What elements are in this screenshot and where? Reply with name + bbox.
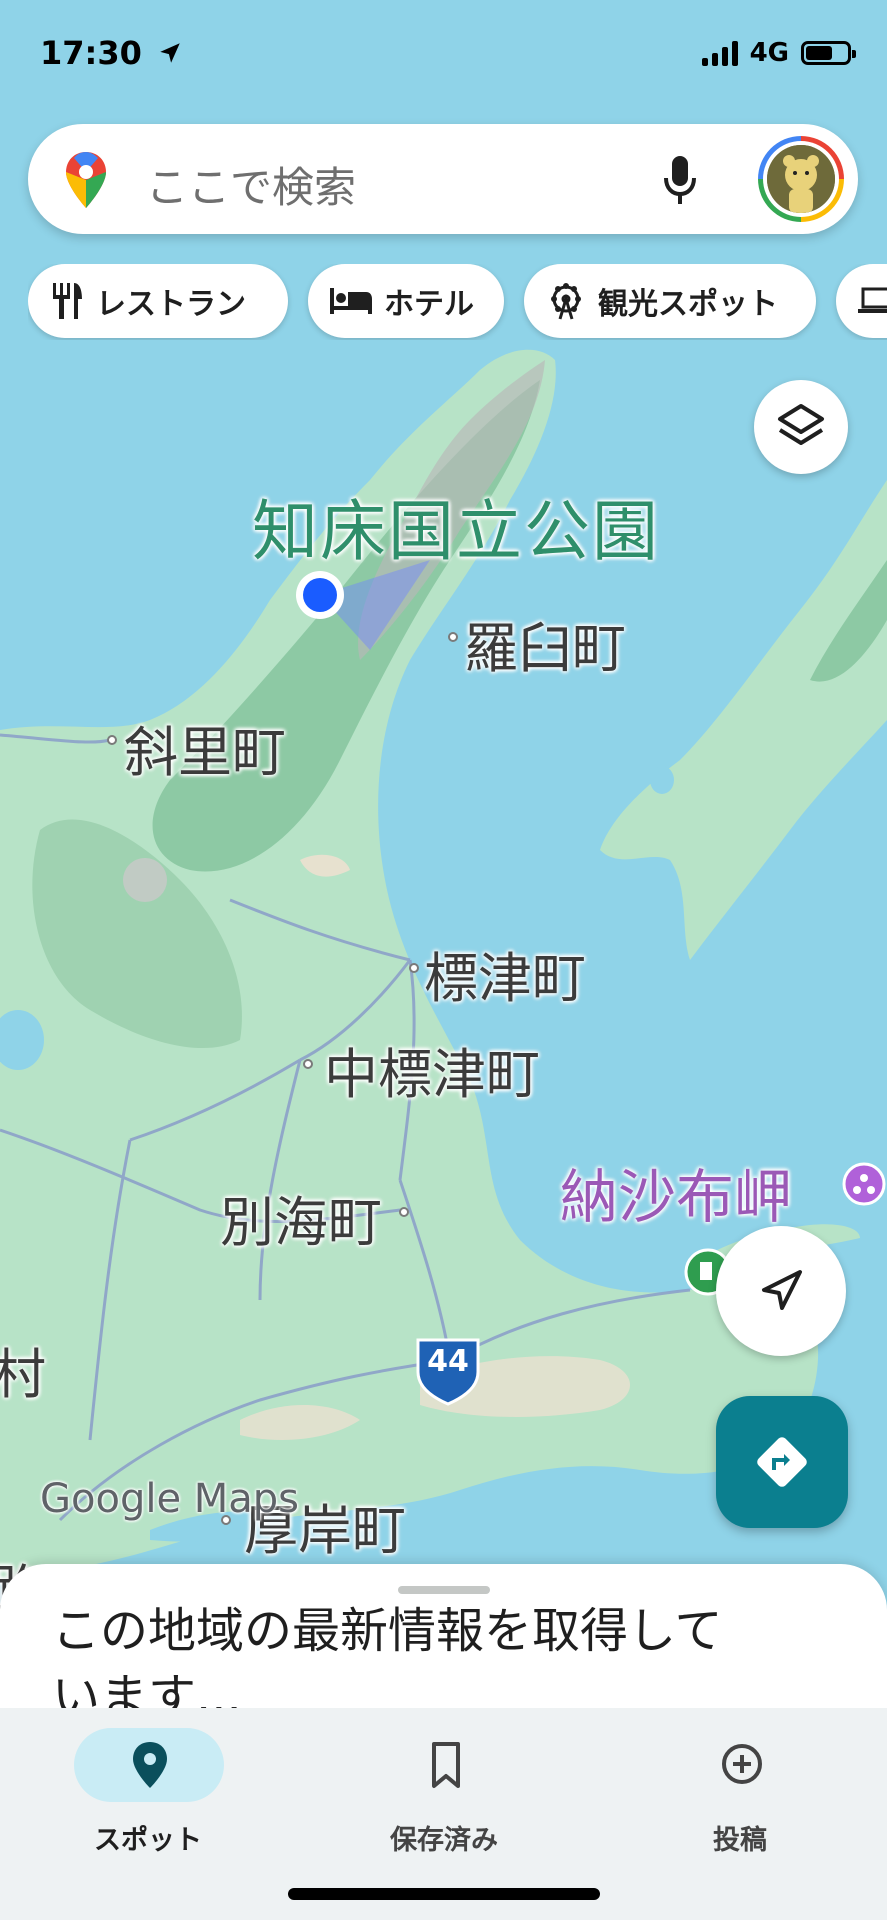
route-number: 44	[427, 1344, 469, 1379]
status-indicators: 4G	[701, 38, 856, 68]
nav-label: スポット	[94, 1825, 202, 1856]
status-bar: 17:30 4G	[0, 0, 887, 100]
mic-icon[interactable]	[660, 152, 700, 208]
network-type: 4G	[749, 38, 789, 68]
restaurant-icon	[53, 283, 82, 319]
my-location-button[interactable]	[716, 1226, 846, 1356]
chip-restaurant[interactable]: レストラン	[28, 264, 288, 338]
town-label-nakashibetsu[interactable]: 中標津町	[324, 1030, 540, 1109]
bookmark-icon	[432, 1742, 460, 1788]
nav-tab-post[interactable]: 投稿	[630, 1718, 850, 1878]
nav-label: 投稿	[713, 1825, 767, 1856]
search-input[interactable]: ここで検索	[146, 154, 356, 215]
place-pin-icon	[133, 1742, 167, 1788]
ferris-wheel-icon	[551, 283, 581, 320]
add-circle-icon	[722, 1744, 762, 1784]
bottom-sheet[interactable]: この地域の最新情報を取得しています...	[0, 1564, 887, 1714]
partial-town-label: 村	[0, 1343, 46, 1406]
search-bar[interactable]: ここで検索	[28, 124, 858, 234]
nav-tab-saved[interactable]: 保存済み	[334, 1718, 554, 1878]
chip-hotel[interactable]: ホテル	[308, 264, 504, 338]
home-indicator[interactable]	[288, 1888, 600, 1900]
chip-more[interactable]	[836, 264, 887, 338]
poi-dot	[842, 1162, 886, 1206]
town-label-shari[interactable]: 斜里町	[124, 708, 286, 787]
chip-label: ホテル	[384, 287, 474, 322]
chip-label: 観光スポット	[598, 287, 778, 322]
status-time: 17:30	[40, 34, 183, 72]
town-label-shibetsu[interactable]: 標津町	[424, 934, 586, 1013]
battery-icon	[801, 41, 856, 65]
google-maps-pin-icon	[66, 152, 106, 208]
layers-icon	[778, 404, 824, 445]
poi-label-nosappu[interactable]: 納沙布岬	[560, 1150, 792, 1234]
town-label-betsukai[interactable]: 別海町	[220, 1178, 382, 1257]
avatar[interactable]	[758, 136, 844, 222]
chip-sightseeing[interactable]: 観光スポット	[524, 264, 816, 338]
nav-tab-spots[interactable]: スポット	[38, 1718, 258, 1878]
directions-button[interactable]	[716, 1396, 848, 1528]
avatar-photo	[767, 145, 835, 213]
directions-icon	[757, 1437, 807, 1487]
chip-label: レストラン	[96, 287, 246, 322]
nav-label: 保存済み	[390, 1825, 498, 1856]
sheet-drag-handle[interactable]	[398, 1586, 490, 1594]
google-maps-watermark: Google Maps	[40, 1476, 300, 1522]
location-arrow-icon	[160, 43, 180, 63]
park-label-shiretoko[interactable]: 知床国立公園	[252, 478, 660, 574]
layers-button[interactable]	[754, 380, 848, 474]
hotel-bed-icon	[330, 288, 372, 314]
navigation-arrow-icon	[762, 1270, 802, 1310]
cellular-signal-icon	[701, 40, 738, 66]
town-label-rausu[interactable]: 羅臼町	[464, 604, 626, 683]
category-chips: レストラン ホテル 観光スポット	[28, 264, 887, 340]
laptop-icon	[858, 287, 887, 313]
sheet-loading-message: この地域の最新情報を取得しています...	[52, 1603, 723, 1714]
